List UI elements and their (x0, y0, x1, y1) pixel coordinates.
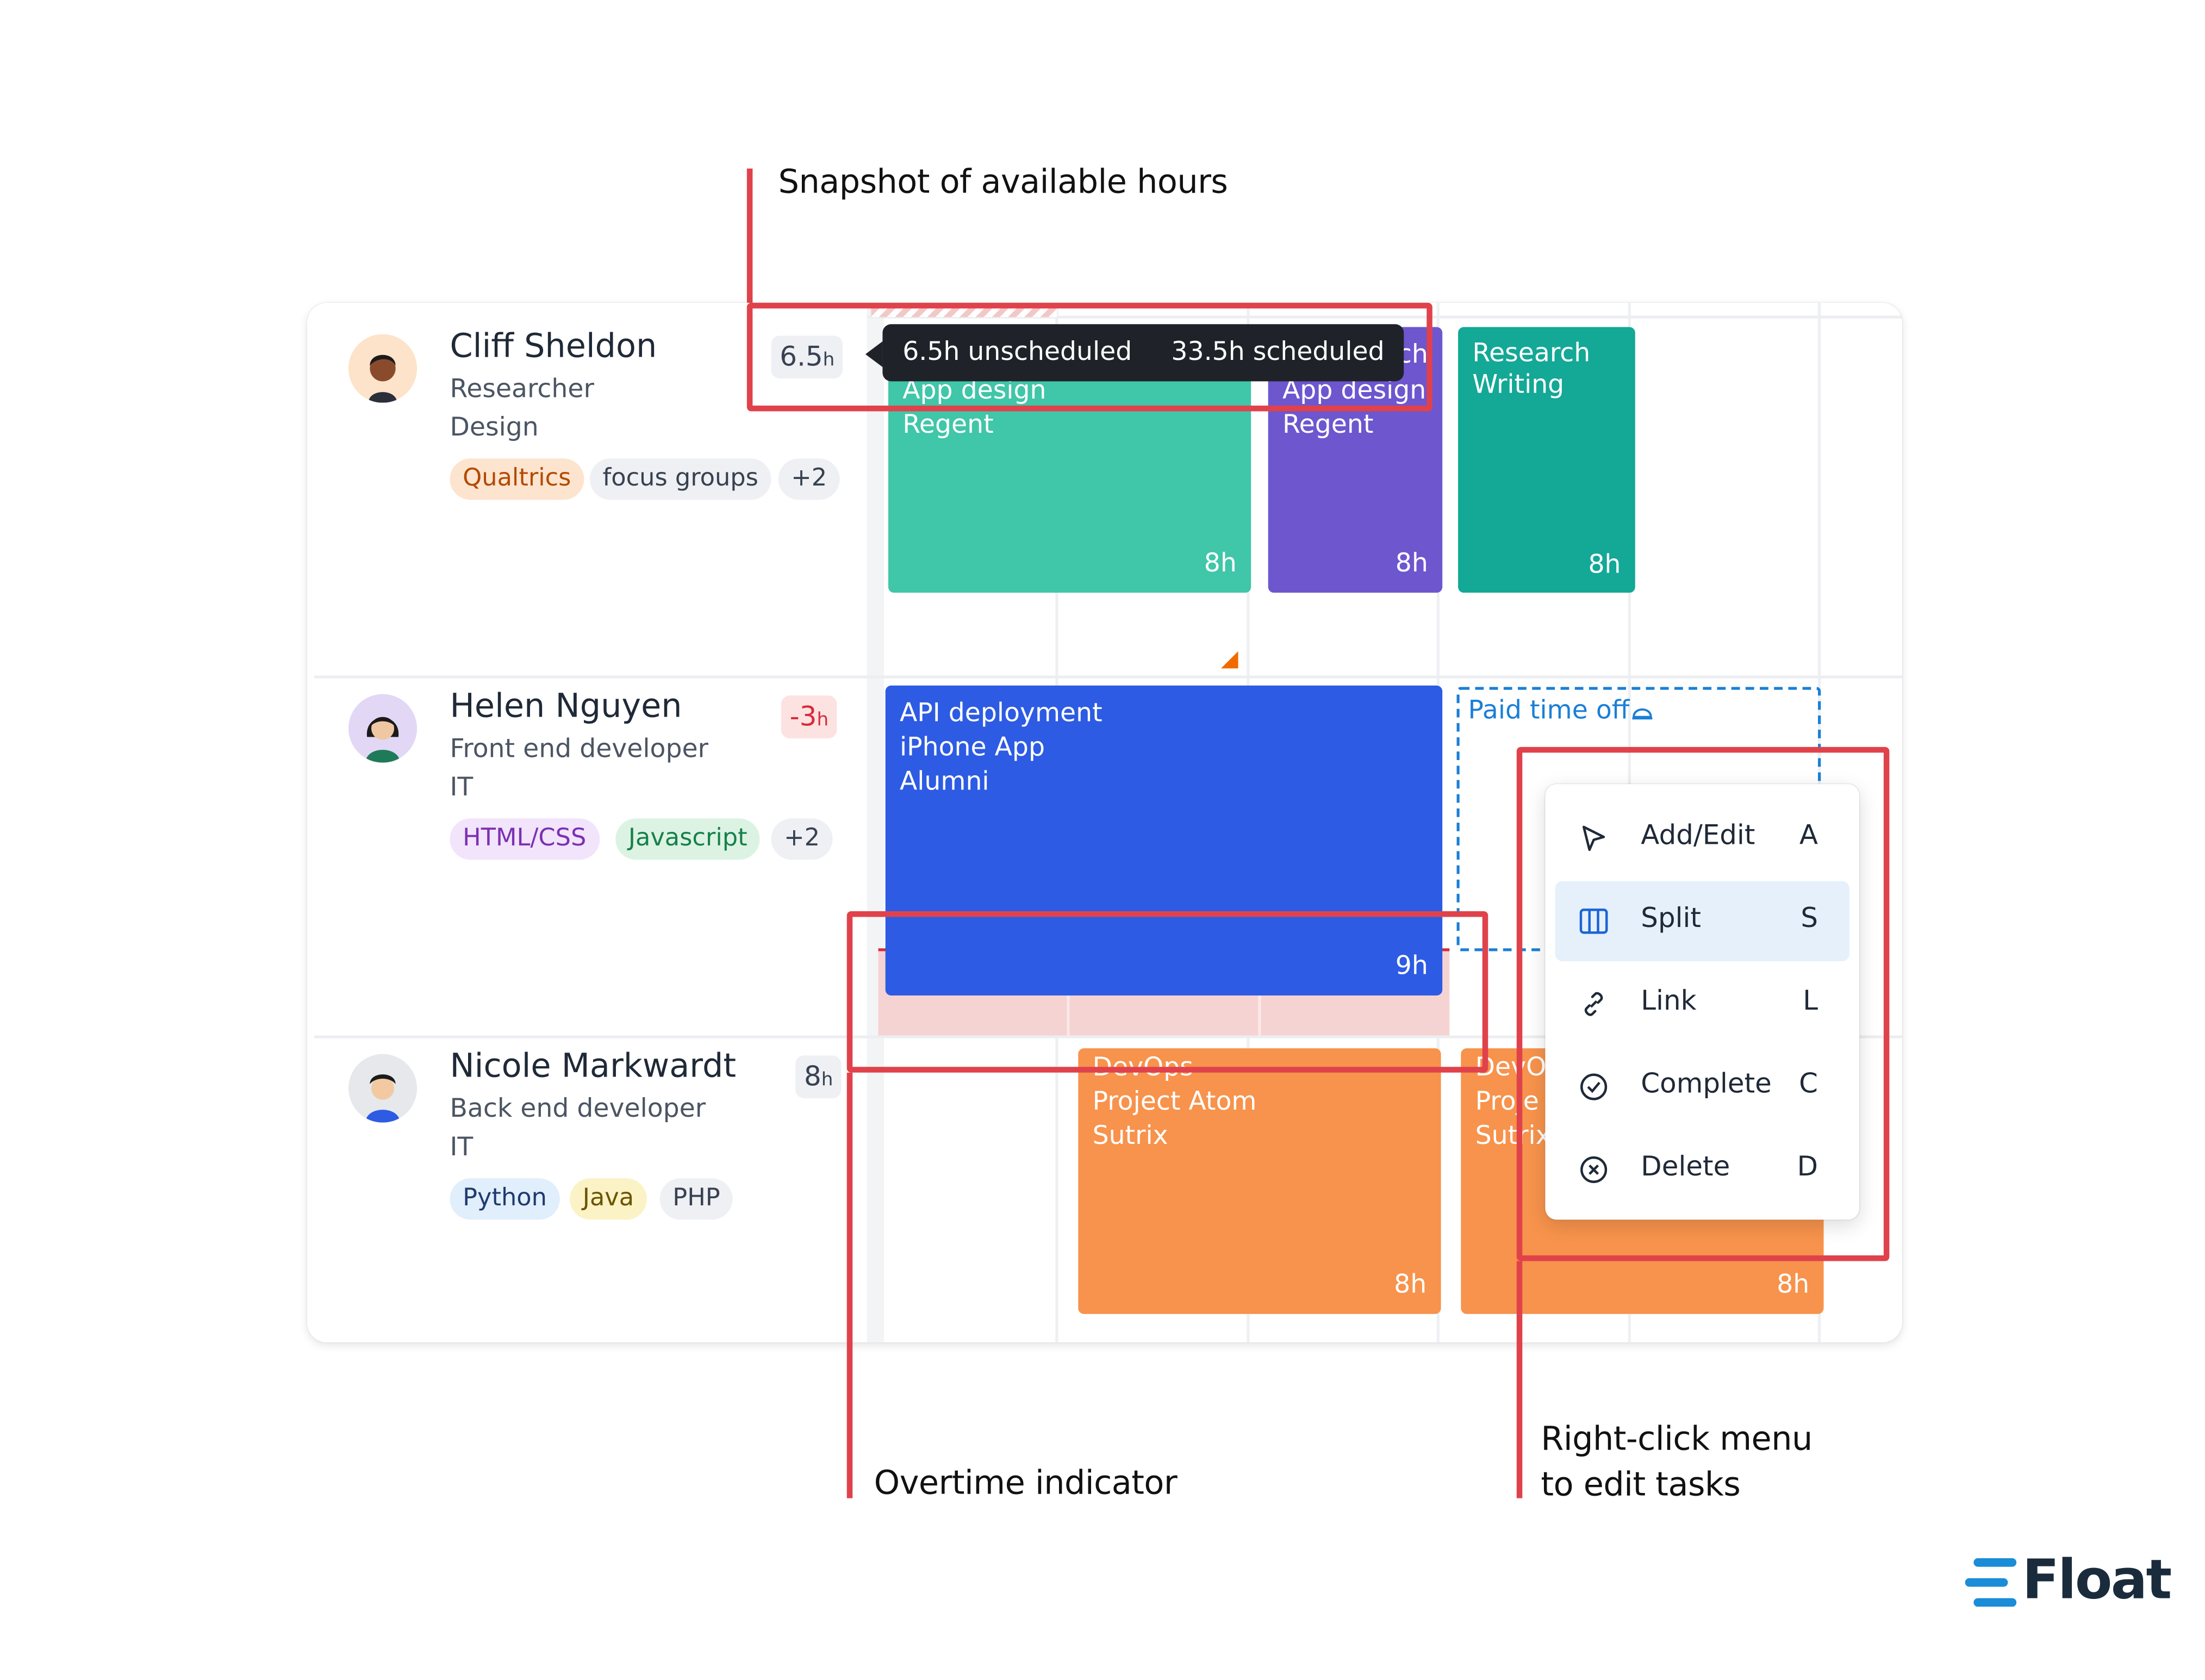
person-department: IT (450, 1133, 474, 1163)
annotation-line-available-hours (746, 168, 753, 312)
available-hours-badge[interactable]: -3h (781, 695, 837, 739)
person-department: IT (450, 773, 474, 803)
task-hours: 8h (1394, 1270, 1427, 1300)
float-logo-text: Float (2022, 1548, 2172, 1611)
person-name[interactable]: Cliff Sheldon (450, 328, 657, 365)
person-role: Researcher (450, 374, 594, 405)
menu-item-shortcut: S (1801, 903, 1818, 934)
x-circle-icon (1580, 1156, 1608, 1183)
menu-item-split[interactable]: Split S (1555, 881, 1849, 961)
menu-item-label: Delete (1641, 1151, 1730, 1183)
person-name[interactable]: Helen Nguyen (450, 688, 682, 725)
hours-value: 8 (803, 1061, 821, 1093)
task-client: Alumni (899, 767, 989, 797)
hours-value: -3 (789, 701, 817, 733)
task-block[interactable]: Research Writing 8h (1458, 327, 1635, 593)
menu-item-shortcut: A (1799, 819, 1818, 851)
grid-row-line (314, 675, 1903, 679)
skill-tag: HTML/CSS (450, 818, 599, 860)
task-hours: 8h (1588, 550, 1621, 580)
task-project: Project Atom (1092, 1087, 1257, 1117)
person-role: Back end developer (450, 1094, 706, 1124)
annotation-right-click-line2: to edit tasks (1541, 1466, 1741, 1504)
highlight-available-hours (746, 302, 1432, 412)
hours-unit: h (817, 710, 829, 731)
task-title: Research (1472, 338, 1591, 369)
person-role: Front end developer (450, 734, 709, 764)
check-circle-icon (1580, 1073, 1608, 1100)
split-columns-icon (1579, 909, 1608, 934)
skill-tag: focus groups (589, 458, 771, 500)
avatar[interactable] (348, 694, 418, 763)
highlight-overtime (846, 911, 1488, 1073)
task-hours: 8h (1395, 548, 1428, 578)
menu-item-label: Split (1641, 903, 1702, 934)
person-department: Design (450, 413, 539, 443)
more-tags-badge[interactable]: +2 (771, 818, 833, 860)
menu-item-label: Complete (1641, 1068, 1772, 1100)
time-off-label: Paid time off (1468, 695, 1630, 726)
annotation-line-right-click (1516, 1261, 1523, 1498)
hours-unit: h (821, 1069, 833, 1091)
float-logo: Float (1965, 1548, 2172, 1617)
task-client: Sutrix (1092, 1121, 1168, 1152)
menu-item-shortcut: C (1799, 1068, 1818, 1100)
grid-column-line (867, 302, 885, 1343)
annotation-right-click: Right-click menu to edit tasks (1541, 1417, 1812, 1508)
skill-tag: Java (570, 1178, 647, 1220)
task-project: Regent (902, 409, 994, 440)
overtime-flag-icon (1220, 651, 1238, 669)
person-name[interactable]: Nicole Markwardt (450, 1048, 736, 1085)
menu-item-add-edit[interactable]: Add/Edit A (1555, 798, 1849, 878)
task-block[interactable]: DevOps Project Atom Sutrix 8h (1078, 1048, 1441, 1314)
skill-tag: Python (450, 1178, 560, 1220)
annotation-overtime: Overtime indicator (874, 1465, 1178, 1503)
task-project: iPhone App (899, 732, 1045, 763)
skill-tag: PHP (659, 1178, 733, 1220)
more-tags-badge[interactable]: +2 (778, 458, 840, 500)
annotation-available-hours: Snapshot of available hours (778, 164, 1228, 202)
annotation-right-click-line1: Right-click menu (1541, 1421, 1812, 1459)
menu-item-label: Link (1641, 985, 1697, 1017)
menu-item-label: Add/Edit (1641, 819, 1755, 851)
menu-item-complete[interactable]: Complete C (1555, 1047, 1849, 1127)
avatar[interactable] (348, 1054, 418, 1123)
link-icon (1584, 992, 1603, 1016)
task-hours: 8h (1204, 548, 1237, 578)
cursor-arrow-icon (1582, 825, 1605, 851)
menu-item-shortcut: D (1797, 1151, 1818, 1183)
annotation-line-overtime (846, 1072, 853, 1498)
skill-tag: Javascript (615, 818, 761, 860)
skill-tag: Qualtrics (450, 458, 584, 500)
umbrella-icon (1632, 708, 1653, 720)
task-title: API deployment (899, 698, 1102, 729)
float-logo-mark-icon (1965, 1558, 2017, 1607)
menu-item-shortcut: L (1803, 985, 1818, 1017)
avatar[interactable] (348, 334, 418, 403)
menu-item-link[interactable]: Link L (1555, 964, 1849, 1044)
task-project: Regent (1282, 409, 1374, 440)
task-hours: 8h (1777, 1270, 1810, 1300)
menu-item-delete[interactable]: Delete D (1555, 1130, 1849, 1210)
task-title-line2: Writing (1472, 370, 1565, 400)
context-menu: Add/Edit A Split S Link L Complete C Del… (1545, 784, 1860, 1220)
available-hours-badge[interactable]: 8h (795, 1055, 842, 1099)
